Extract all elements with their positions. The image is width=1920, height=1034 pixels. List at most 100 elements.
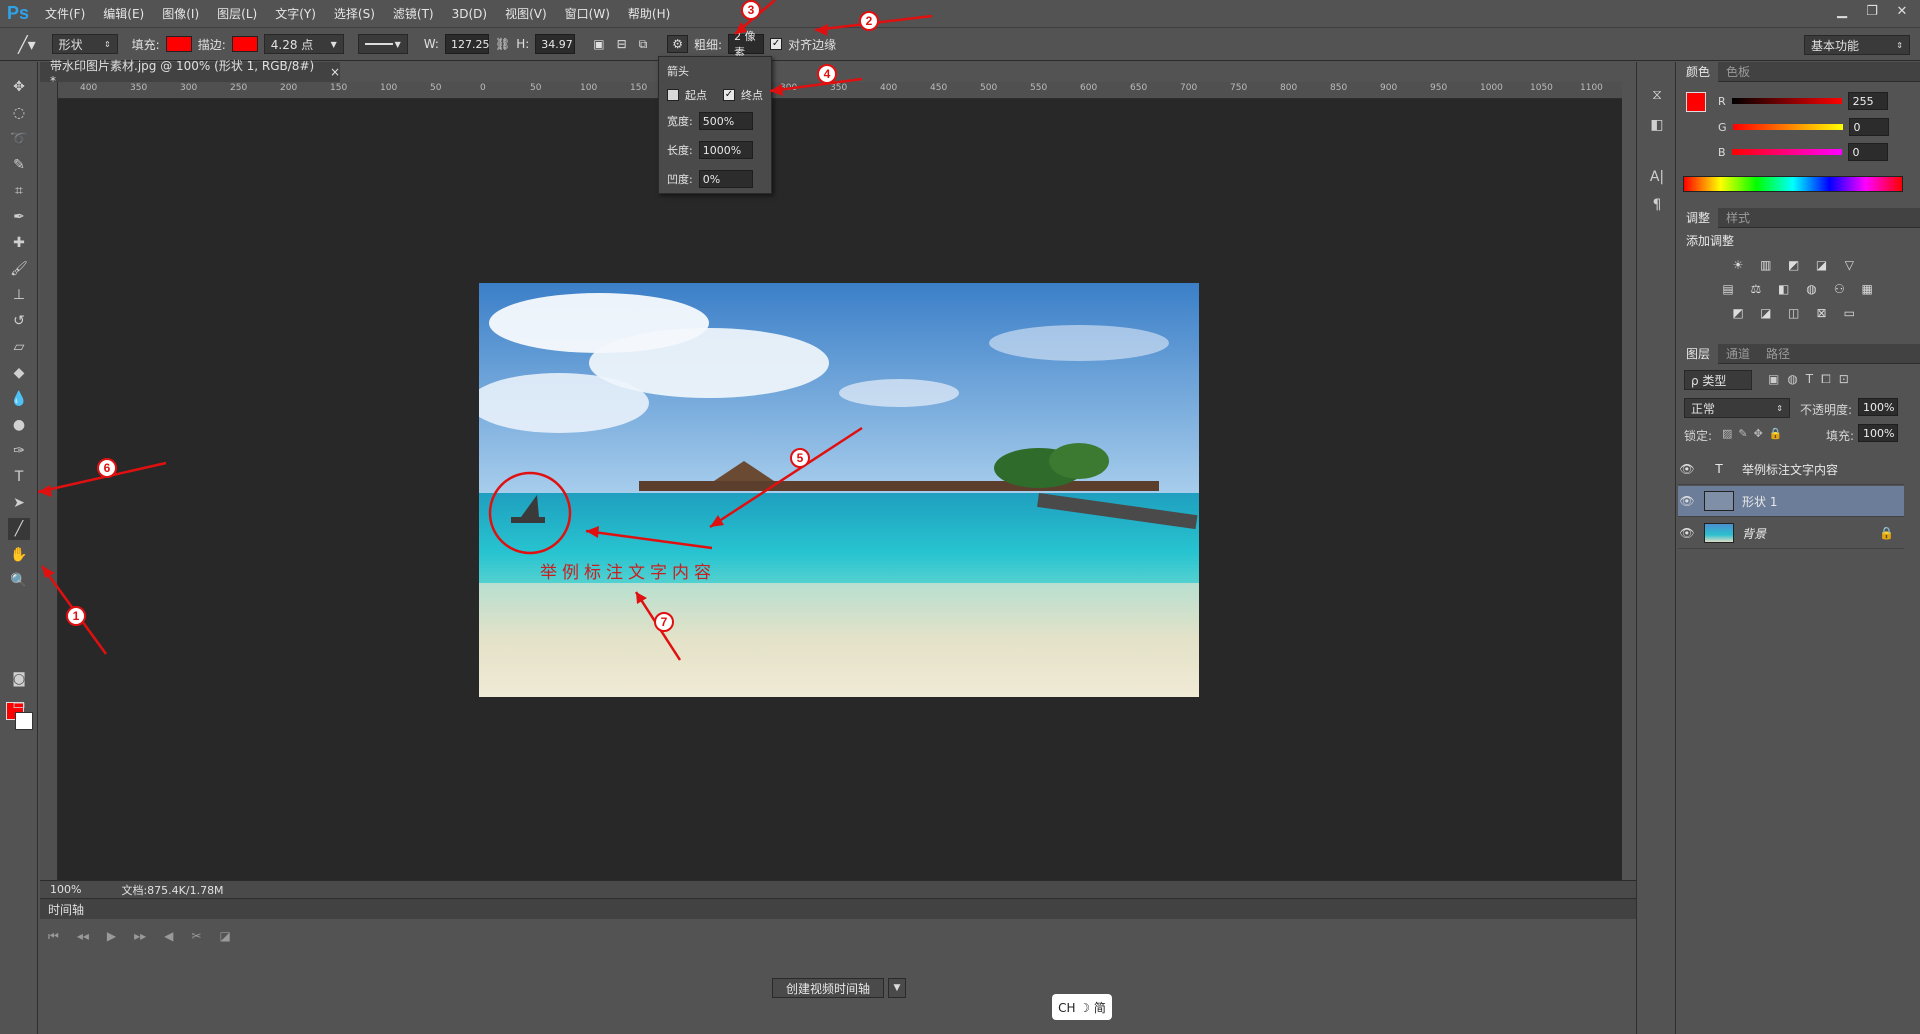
paint-bucket-icon[interactable]: ◆: [8, 362, 30, 384]
threshold-icon[interactable]: ◫: [1785, 305, 1803, 321]
menu-3d[interactable]: 3D(D): [443, 7, 496, 21]
blur-tool-icon[interactable]: 💧: [8, 388, 30, 410]
arrow-width-input[interactable]: 500%: [698, 112, 753, 130]
line-tool-icon[interactable]: ╱: [8, 518, 30, 540]
type-tool-icon[interactable]: T: [8, 466, 30, 488]
layer-row-shape[interactable]: 👁 形状 1: [1678, 486, 1904, 517]
start-checkbox[interactable]: ✓: [667, 89, 679, 101]
posterize-icon[interactable]: ◪: [1757, 305, 1775, 321]
crop-tool-icon[interactable]: ⌗: [8, 180, 30, 202]
color-balance-icon[interactable]: ⚖: [1747, 281, 1765, 297]
stroke-type-select[interactable]: ▼: [357, 34, 408, 54]
tab-color[interactable]: 颜色: [1678, 61, 1719, 82]
close-tab-icon[interactable]: ×: [330, 65, 340, 79]
line-tool-icon[interactable]: ╱▾: [18, 35, 36, 54]
menu-view[interactable]: 视图(V): [496, 5, 556, 22]
vibrance-icon[interactable]: ▽: [1840, 257, 1858, 273]
chevron-down-icon[interactable]: ▼: [888, 978, 906, 998]
eyedropper-tool-icon[interactable]: ✒: [8, 206, 30, 228]
healing-brush-icon[interactable]: ✚: [8, 232, 30, 254]
next-frame-icon[interactable]: ▸▸: [134, 929, 146, 944]
r-slider[interactable]: [1731, 98, 1842, 104]
curves-icon[interactable]: ◩: [1785, 257, 1803, 273]
document-image[interactable]: [479, 283, 1199, 697]
black-white-icon[interactable]: ◧: [1775, 281, 1793, 297]
photo-filter-icon[interactable]: ◍: [1802, 281, 1820, 297]
hand-tool-icon[interactable]: ✋: [8, 544, 30, 566]
create-video-timeline-button[interactable]: 创建视频时间轴: [772, 978, 884, 998]
eye-icon[interactable]: 👁: [1678, 526, 1696, 540]
zoom-level[interactable]: 100%: [50, 883, 81, 896]
eraser-tool-icon[interactable]: ▱: [8, 336, 30, 358]
quick-mask-icon[interactable]: ◙: [8, 668, 30, 690]
g-value[interactable]: 0: [1848, 118, 1889, 136]
lasso-tool-icon[interactable]: ➰: [8, 128, 30, 150]
tab-swatches[interactable]: 色板: [1718, 62, 1758, 82]
b-slider[interactable]: [1731, 149, 1842, 155]
path-operations-icon[interactable]: ▣: [593, 37, 604, 51]
annotation-text[interactable]: 举例标注文字内容: [540, 558, 716, 583]
color-spectrum[interactable]: [1683, 176, 1903, 192]
g-slider[interactable]: [1732, 124, 1843, 130]
gear-icon[interactable]: ⚙: [667, 35, 689, 53]
audio-icon[interactable]: ◀: [164, 929, 173, 944]
path-select-tool-icon[interactable]: ➤: [8, 492, 30, 514]
stamp-tool-icon[interactable]: ⊥: [8, 284, 30, 306]
gradient-map-icon[interactable]: ▭: [1840, 305, 1858, 321]
document-tab[interactable]: 带水印图片素材.jpg @ 100% (形状 1, RGB/8#) * ×: [40, 59, 340, 88]
brightness-icon[interactable]: ☀: [1729, 257, 1747, 273]
path-alignment-icon[interactable]: ⊟: [617, 37, 627, 51]
r-value[interactable]: 255: [1847, 92, 1888, 110]
pen-tool-icon[interactable]: ✑: [8, 440, 30, 462]
quick-select-tool-icon[interactable]: ✎: [8, 154, 30, 176]
menu-filter[interactable]: 滤镜(T): [384, 5, 443, 22]
first-frame-icon[interactable]: ⏮: [48, 929, 59, 944]
play-icon[interactable]: ▶: [107, 929, 116, 944]
lock-icons[interactable]: ▨✎✥🔒: [1722, 427, 1789, 440]
layer-filter-icons[interactable]: ▣◍T⧠⊡: [1768, 372, 1857, 387]
tab-adjustments[interactable]: 调整: [1678, 207, 1719, 228]
timeline-tab[interactable]: 时间轴: [40, 899, 1636, 919]
layer-row-background[interactable]: 👁 背景 🔒: [1678, 518, 1904, 549]
arrow-length-input[interactable]: 1000%: [698, 141, 753, 159]
selective-color-icon[interactable]: ⊠: [1812, 305, 1830, 321]
levels-icon[interactable]: ▥: [1757, 257, 1775, 273]
tab-channels[interactable]: 通道: [1718, 344, 1758, 364]
properties-icon[interactable]: ◧: [1645, 114, 1669, 136]
height-input[interactable]: 34.97: [535, 34, 576, 54]
tab-paths[interactable]: 路径: [1758, 344, 1798, 364]
zoom-tool-icon[interactable]: 🔍: [8, 570, 30, 592]
split-icon[interactable]: ✂: [191, 929, 201, 944]
previous-frame-icon[interactable]: ◂◂: [77, 929, 89, 944]
layer-kind-filter[interactable]: ρ 类型: [1684, 370, 1752, 390]
transition-icon[interactable]: ◪: [219, 929, 230, 944]
stroke-swatch[interactable]: [231, 36, 258, 52]
marquee-tool-icon[interactable]: ◌: [8, 102, 30, 124]
history-brush-icon[interactable]: ↺: [8, 310, 30, 332]
invert-icon[interactable]: ◩: [1729, 305, 1747, 321]
dodge-tool-icon[interactable]: ●: [8, 414, 30, 436]
end-checkbox[interactable]: ✓: [723, 89, 735, 101]
brush-tool-icon[interactable]: 🖌: [8, 258, 30, 280]
history-icon[interactable]: ⧖: [1645, 84, 1669, 106]
menu-file[interactable]: 文件(F): [36, 5, 94, 22]
menu-layer[interactable]: 图层(L): [208, 5, 266, 22]
fill-input[interactable]: 100%: [1858, 424, 1898, 442]
close-button[interactable]: ✕: [1890, 2, 1914, 20]
menu-window[interactable]: 窗口(W): [556, 5, 619, 22]
align-edges-checkbox[interactable]: ✓: [770, 38, 783, 50]
weight-input[interactable]: 2 像素: [728, 30, 765, 59]
arrow-concavity-input[interactable]: 0%: [698, 170, 753, 188]
move-tool-icon[interactable]: ✥: [8, 76, 30, 98]
character-icon[interactable]: A|: [1645, 166, 1669, 188]
opacity-input[interactable]: 100%: [1858, 398, 1898, 416]
hue-saturation-icon[interactable]: ▤: [1719, 281, 1737, 297]
exposure-icon[interactable]: ◪: [1812, 257, 1830, 273]
menu-type[interactable]: 文字(Y): [266, 5, 325, 22]
color-lookup-icon[interactable]: ▦: [1858, 281, 1876, 297]
menu-image[interactable]: 图像(I): [153, 5, 208, 22]
path-arrangement-icon[interactable]: ⧉: [639, 37, 648, 52]
tab-styles[interactable]: 样式: [1718, 208, 1758, 228]
eye-icon[interactable]: 👁: [1678, 462, 1696, 476]
fill-swatch[interactable]: [165, 36, 192, 52]
